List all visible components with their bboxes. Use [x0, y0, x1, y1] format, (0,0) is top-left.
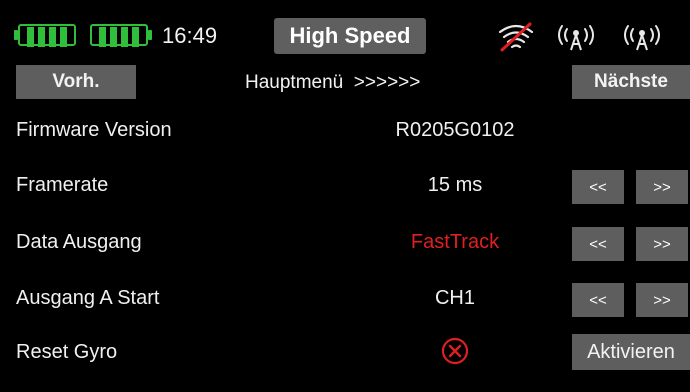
framerate-prev-button[interactable]: << — [572, 170, 624, 204]
antenna-icon — [624, 25, 660, 51]
row-label-reset-gyro: Reset Gyro — [16, 341, 118, 363]
data-ausgang-value: FastTrack — [410, 231, 500, 253]
next-button[interactable]: Nächste — [572, 65, 690, 99]
activate-button[interactable]: Aktivieren — [572, 334, 690, 370]
firmware-version-value: R0205G0102 — [395, 119, 515, 141]
ausgang-a-start-prev-button[interactable]: << — [572, 283, 624, 317]
data-ausgang-prev-button[interactable]: << — [572, 227, 624, 261]
menu-title: Hauptmenü >>>>>> — [245, 72, 421, 93]
antenna-icon — [558, 25, 594, 51]
framerate-value: 15 ms — [427, 174, 483, 196]
framerate-next-button[interactable]: >> — [636, 170, 688, 204]
battery-icon — [14, 24, 80, 50]
battery-icon — [86, 24, 152, 50]
mode-badge: High Speed — [274, 18, 426, 54]
wifi-off-icon — [498, 22, 534, 52]
ausgang-a-start-next-button[interactable]: >> — [636, 283, 688, 317]
clock: 16:49 — [162, 23, 218, 48]
data-ausgang-next-button[interactable]: >> — [636, 227, 688, 261]
row-label-data-ausgang: Data Ausgang — [16, 231, 142, 253]
prev-button[interactable]: Vorh. — [16, 65, 136, 99]
row-label-framerate: Framerate — [16, 174, 109, 196]
ausgang-a-start-value: CH1 — [434, 287, 475, 309]
close-circle-icon — [441, 337, 469, 365]
row-label-ausgang-a-start: Ausgang A Start — [16, 287, 160, 309]
row-label-firmware: Firmware Version — [16, 119, 172, 141]
